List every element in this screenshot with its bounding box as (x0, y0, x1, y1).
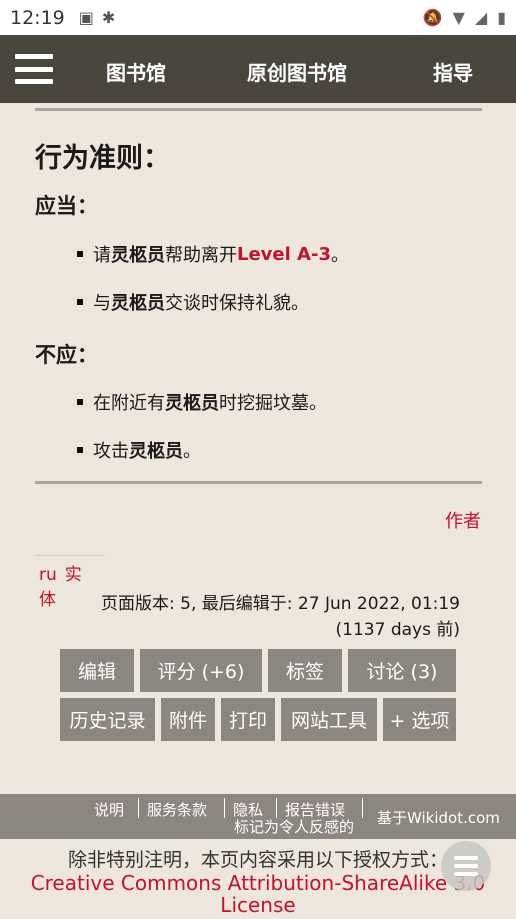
status-bar: 12:19 ▣ ✱ 🔕 ▼ ◢ ▮ (0, 0, 516, 35)
divider-bottom (35, 481, 482, 484)
footer-separator (224, 798, 225, 818)
options-button[interactable]: + 选项 (383, 698, 456, 741)
bullet-icon (77, 399, 83, 405)
footer-separator (276, 798, 277, 818)
keyboard-icon: ▣ (78, 8, 94, 27)
list-item: 在附近有 灵柩员 时挖掘坟墓。 (77, 389, 327, 415)
bug-icon: ✱ (101, 8, 116, 27)
footer-help[interactable]: 说明 (94, 799, 124, 820)
bullet-icon (77, 299, 83, 305)
author-link[interactable]: 作者 (445, 507, 481, 533)
signal-icon: ◢ (474, 8, 488, 27)
license-notice: 除非特别注明，本页内容采用以下授权方式： Creative Commons At… (0, 845, 516, 916)
nav-original-library[interactable]: 原创图书馆 (247, 57, 347, 86)
level-link[interactable]: Level A-3 (237, 244, 331, 265)
top-navigation: 图书馆 原创图书馆 指导 (0, 35, 516, 103)
page-revision: 页面版本: 5, 最后编辑于: 27 Jun 2022, 01:19 (101, 594, 460, 614)
edit-button[interactable]: 编辑 (60, 649, 134, 692)
nav-guide[interactable]: 指导 (433, 57, 473, 86)
rate-button[interactable]: 评分 (+6) (140, 649, 262, 692)
battery-icon: ▮ (497, 8, 506, 27)
footer: 说明 服务条款 隐私 报告错误 标记为令人反感的 基于Wikidot.com (0, 794, 516, 839)
page-tags: ru 实体 (35, 555, 105, 610)
page-info: 页面版本: 5, 最后编辑于: 27 Jun 2022, 01:19 (1137… (101, 591, 460, 643)
nav-library[interactable]: 图书馆 (106, 57, 166, 86)
section-heading: 行为准则： (35, 143, 170, 174)
license-link[interactable]: Creative Commons Attribution-ShareAlike … (0, 872, 516, 894)
print-button[interactable]: 打印 (221, 698, 275, 741)
bullet-icon (77, 447, 83, 453)
list-item: 与灵柩员 交谈时保持礼貌。 (77, 289, 309, 315)
license-text: 除非特别注明，本页内容采用以下授权方式： (67, 849, 448, 871)
tag-ru[interactable]: ru (39, 565, 57, 585)
site-tools-button[interactable]: 网站工具 (281, 698, 377, 741)
page-age: (1137 days 前) (335, 620, 460, 640)
clock: 12:19 (10, 6, 65, 29)
menu-icon[interactable] (15, 54, 53, 84)
floating-menu-icon[interactable] (441, 841, 491, 891)
footer-flag[interactable]: 标记为令人反感的 (234, 816, 354, 837)
files-button[interactable]: 附件 (161, 698, 215, 741)
wifi-icon: ▼ (452, 8, 465, 27)
mute-icon: 🔕 (422, 8, 443, 27)
footer-separator (138, 798, 139, 818)
divider-top (35, 108, 482, 111)
shouldnt-heading: 不应： (35, 343, 98, 367)
license-link-cont[interactable]: License (0, 894, 516, 916)
history-button[interactable]: 历史记录 (60, 698, 155, 741)
list-item: 请灵柩员 帮助离开 Level A-3。 (77, 241, 349, 267)
bullet-icon (77, 251, 83, 257)
discuss-button[interactable]: 讨论 (3) (348, 649, 456, 692)
should-heading: 应当： (35, 194, 98, 218)
tags-button[interactable]: 标签 (268, 649, 342, 692)
list-item: 攻击 灵柩员。 (77, 437, 201, 463)
footer-terms[interactable]: 服务条款 (147, 799, 207, 820)
footer-powered[interactable]: 基于Wikidot.com (377, 807, 500, 828)
footer-separator (362, 798, 363, 818)
